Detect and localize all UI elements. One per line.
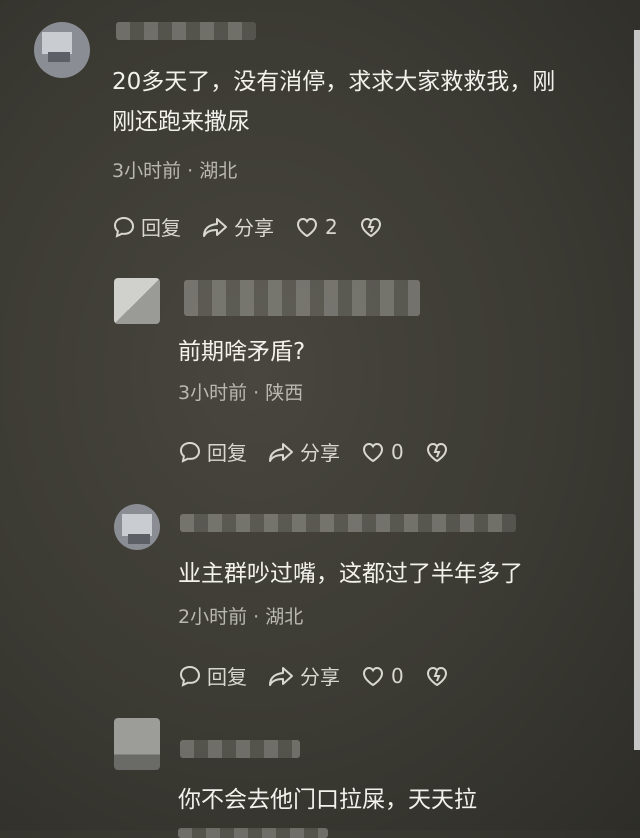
dislike-icon [426, 442, 447, 462]
username-blurred[interactable] [180, 514, 516, 532]
meta-separator: · [253, 606, 260, 628]
like-count: 0 [391, 439, 404, 464]
comment-location: 陕西 [265, 382, 304, 404]
like-count: 2 [325, 214, 338, 239]
reply-label: 回复 [207, 441, 247, 465]
reply-button[interactable]: 回复 [178, 661, 247, 690]
share-label: 分享 [300, 665, 340, 689]
reply-button[interactable]: 回复 [178, 437, 247, 466]
avatar[interactable] [34, 22, 90, 78]
comment-text: 你不会去他门口拉屎，天天拉 [178, 787, 477, 813]
share-button[interactable]: 分享 [201, 212, 274, 241]
like-button[interactable]: 2 [294, 215, 338, 239]
like-button[interactable]: 0 [360, 440, 404, 464]
reply-icon [179, 665, 201, 687]
comment-1: 20多天了，没有消停，求求大家救救我，刚 刚还跑来撒尿 3小时前 · 湖北 回复… [0, 0, 640, 260]
reply-label: 回复 [207, 665, 247, 689]
comment-4: 你不会去他门口拉屎，天天拉 [0, 712, 640, 838]
like-button[interactable]: 0 [360, 664, 404, 688]
like-count: 0 [391, 663, 404, 688]
comment-actions: 回复 分享 0 [178, 661, 475, 690]
comment-time: 3小时前 [178, 382, 248, 404]
reply-label: 回复 [141, 216, 181, 240]
comment-text: 前期啥矛盾? [178, 339, 306, 365]
dislike-button[interactable] [424, 440, 455, 464]
scrollbar[interactable] [634, 30, 640, 750]
avatar[interactable] [114, 718, 160, 770]
comment-location: 湖北 [199, 160, 238, 182]
share-icon [203, 217, 227, 237]
share-icon [269, 666, 293, 686]
comment-time: 3小时前 [112, 160, 182, 182]
comment-2: 前期啥矛盾? 3小时前 · 陕西 回复 分享 0 [0, 270, 640, 490]
reply-icon [113, 216, 135, 238]
username-blurred[interactable] [180, 740, 300, 758]
username-blurred[interactable] [116, 22, 256, 40]
avatar[interactable] [114, 278, 160, 324]
dislike-icon [426, 666, 447, 686]
share-label: 分享 [300, 441, 340, 465]
comment-time: 2小时前 [178, 606, 248, 628]
comment-meta: 2小时前 · 湖北 [178, 602, 303, 629]
dislike-button[interactable] [358, 215, 389, 239]
comment-meta: 3小时前 · 陕西 [178, 378, 303, 405]
comment-3: 业主群吵过嘴，这都过了半年多了 2小时前 · 湖北 回复 分享 0 [0, 498, 640, 718]
comment-text: 20多天了，没有消停，求求大家救救我，刚 刚还跑来撒尿 [112, 69, 556, 135]
meta-separator: · [187, 160, 194, 182]
share-label: 分享 [234, 216, 274, 240]
comment-location: 湖北 [265, 606, 304, 628]
like-icon [362, 442, 384, 462]
share-button[interactable]: 分享 [267, 437, 340, 466]
dislike-button[interactable] [424, 664, 455, 688]
share-button[interactable]: 分享 [267, 661, 340, 690]
meta-separator: · [253, 382, 260, 404]
dislike-icon [360, 217, 381, 237]
comment-text: 业主群吵过嘴，这都过了半年多了 [178, 561, 523, 587]
username-blurred[interactable] [184, 280, 420, 316]
like-icon [296, 217, 318, 237]
comment-actions: 回复 分享 2 [112, 212, 409, 241]
like-icon [362, 666, 384, 686]
comment-actions: 回复 分享 0 [178, 437, 475, 466]
comment-meta: 3小时前 · 湖北 [112, 156, 237, 183]
share-icon [269, 442, 293, 462]
avatar[interactable] [114, 504, 160, 550]
reply-button[interactable]: 回复 [112, 212, 181, 241]
reply-icon [179, 441, 201, 463]
